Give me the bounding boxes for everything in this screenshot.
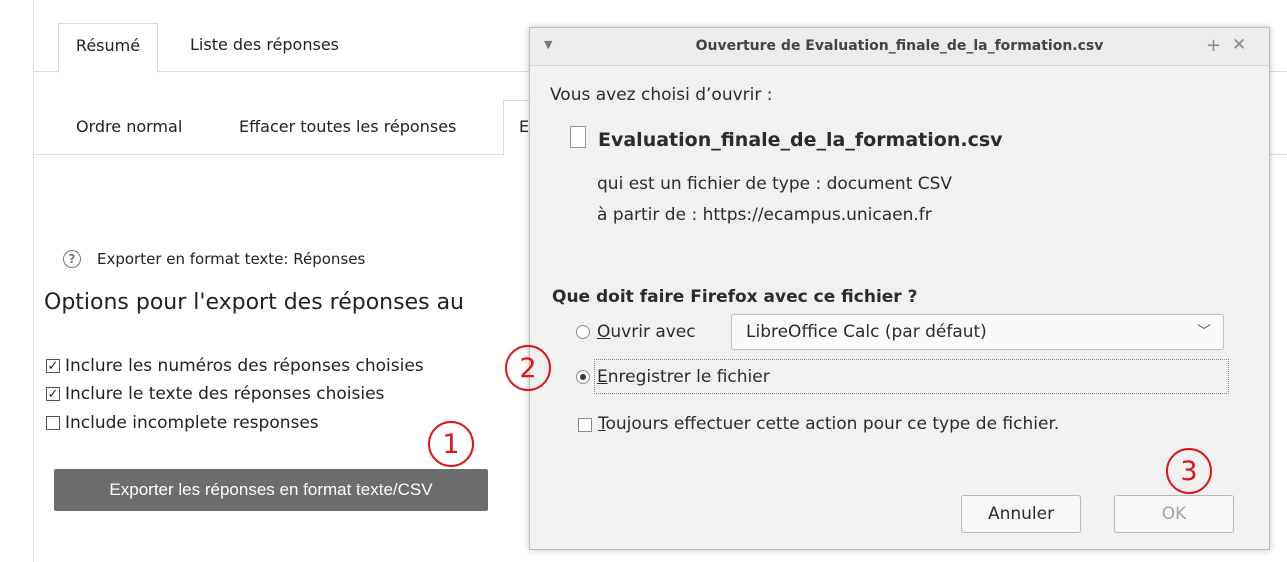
- chevron-down-icon: ﹀: [1197, 324, 1211, 340]
- open-with-label[interactable]: Ouvrir avec: [597, 322, 696, 342]
- always-label[interactable]: Toujours effectuer cette action pour ce …: [598, 414, 1059, 434]
- dialog-intro: Vous avez choisi d’ouvrir :: [550, 85, 773, 105]
- file-type: qui est un fichier de type : document CS…: [597, 174, 953, 194]
- annotation-2: 2: [505, 345, 551, 391]
- options-title: Options pour l'export des réponses au: [44, 290, 464, 315]
- checkbox-row-incomplete[interactable]: Include incomplete responses: [46, 413, 319, 433]
- tab-ordre-normal[interactable]: Ordre normal: [76, 117, 182, 136]
- always-label-rest: oujours effectuer cette action pour ce t…: [605, 414, 1060, 434]
- ok-button[interactable]: OK: [1114, 495, 1234, 533]
- always-checkbox[interactable]: [578, 418, 592, 432]
- page-left-border: [33, 0, 34, 562]
- maximize-icon[interactable]: +: [1206, 35, 1221, 56]
- save-file-label-rest: nregistrer le fichier: [607, 367, 770, 387]
- tab-export-label: E: [519, 117, 530, 136]
- file-source: à partir de : https://ecampus.unicaen.fr: [597, 205, 932, 225]
- radio-save-file[interactable]: [576, 370, 590, 384]
- radio-open-with[interactable]: [576, 325, 590, 339]
- save-file-label[interactable]: Enregistrer le fichier: [597, 367, 770, 387]
- checkbox-label: Inclure les numéros des réponses choisie…: [65, 356, 424, 376]
- checkbox-texte[interactable]: ✓: [46, 387, 60, 401]
- tab-resume[interactable]: Résumé: [58, 23, 158, 73]
- file-name: Evaluation_finale_de_la_formation.csv: [598, 129, 1003, 151]
- open-with-app: LibreOffice Calc (par défaut): [746, 322, 987, 342]
- cancel-button[interactable]: Annuler: [961, 495, 1081, 533]
- help-icon[interactable]: ?: [63, 250, 81, 268]
- dialog-titlebar[interactable]: ▼ Ouverture de Evaluation_finale_de_la_f…: [530, 28, 1269, 66]
- annotation-3: 3: [1166, 448, 1212, 494]
- dialog-title: Ouverture de Evaluation_finale_de_la_for…: [695, 38, 1104, 54]
- annotation-1: 1: [428, 421, 474, 467]
- checkbox-numeros[interactable]: ✓: [46, 359, 60, 373]
- open-with-label-rest: uvrir avec: [610, 322, 696, 342]
- checkbox-label: Inclure le texte des réponses choisies: [65, 384, 385, 404]
- open-file-dialog: ▼ Ouverture de Evaluation_finale_de_la_f…: [529, 27, 1270, 550]
- tab-effacer-reponses[interactable]: Effacer toutes les réponses: [239, 117, 456, 136]
- checkbox-label: Include incomplete responses: [65, 413, 319, 433]
- checkbox-incomplete[interactable]: [46, 416, 60, 430]
- close-icon[interactable]: ✕: [1232, 35, 1246, 55]
- checkbox-row-numeros[interactable]: ✓ Inclure les numéros des réponses chois…: [46, 356, 424, 376]
- file-icon: [570, 126, 586, 148]
- help-line: ? Exporter en format texte: Réponses: [63, 250, 365, 268]
- dialog-question: Que doit faire Firefox avec ce fichier ?: [552, 287, 918, 307]
- tab-liste-des-reponses[interactable]: Liste des réponses: [190, 23, 339, 73]
- checkbox-row-texte[interactable]: ✓ Inclure le texte des réponses choisies: [46, 384, 384, 404]
- export-csv-button[interactable]: Exporter les réponses en format texte/CS…: [54, 469, 488, 511]
- help-text: Exporter en format texte: Réponses: [97, 250, 366, 268]
- open-with-select[interactable]: LibreOffice Calc (par défaut) ﹀: [731, 314, 1224, 350]
